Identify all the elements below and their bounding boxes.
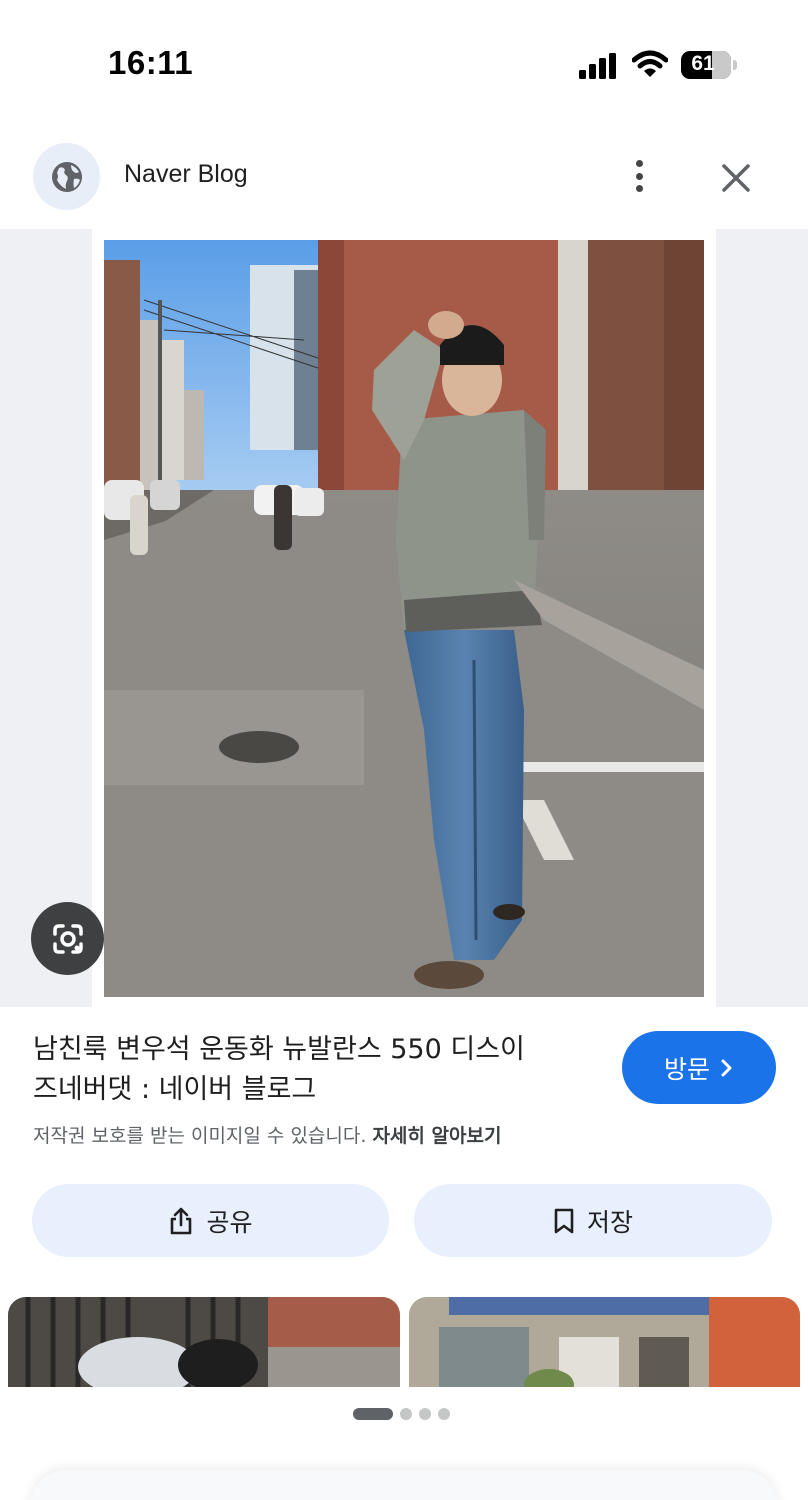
battery-percent: 61 [691,52,715,75]
carousel-dot [400,1408,412,1420]
visit-button[interactable]: 방문 [622,1031,776,1104]
bottom-sheet-edge[interactable] [30,1470,778,1500]
related-images [0,1297,808,1387]
more-options-button[interactable] [622,155,656,197]
share-label: 공유 [206,1207,253,1237]
carousel-dot-active [353,1408,393,1420]
carousel-dot [438,1408,450,1420]
photo-frame [92,229,716,1007]
chevron-right-icon [721,1059,732,1076]
image-viewer-page: 16:11 61 Naver Blog 남친룩 변우석 운동화 뉴발란스 550… [0,0,808,1500]
status-bar: 16:11 61 [0,0,808,120]
status-time: 16:11 [108,44,194,81]
save-label: 저장 [586,1207,633,1237]
lens-search-button[interactable] [31,902,104,975]
close-icon[interactable] [716,158,756,198]
battery-icon: 61 [681,51,737,79]
site-favicon[interactable] [33,143,100,210]
street-photo [104,240,704,997]
visit-label: 방문 [663,1054,710,1084]
image-preview-area [0,229,808,1007]
preview-photo[interactable] [104,240,704,997]
site-name[interactable]: Naver Blog [124,160,248,189]
result-title-line2: 즈네버댓 : 네이버 블로그 [33,1074,317,1105]
globe-icon [51,161,82,192]
related-image-thumbnail[interactable] [8,1297,400,1387]
wifi-icon [632,50,668,77]
result-title[interactable]: 남친룩 변우석 운동화 뉴발란스 550 디스이 즈네버댓 : 네이버 블로그 [33,1030,603,1110]
result-title-line1: 남친룩 변우석 운동화 뉴발란스 550 디스이 [33,1034,525,1065]
source-header: Naver Blog [0,140,808,220]
related-image-thumbnail[interactable] [409,1297,800,1387]
carousel-dot [419,1408,431,1420]
share-button[interactable]: 공유 [32,1184,389,1257]
bookmark-icon [554,1208,574,1233]
learn-more-link[interactable]: 자세히 알아보기 [372,1125,501,1147]
google-lens-icon [52,923,83,954]
copyright-text: 저작권 보호를 받는 이미지일 수 있습니다. [33,1125,367,1147]
share-icon [171,1207,192,1234]
cellular-signal-icon [579,53,616,79]
copyright-notice: 저작권 보호를 받는 이미지일 수 있습니다. 자세히 알아보기 [33,1121,501,1148]
carousel-indicator [353,1407,450,1421]
more-vert-icon [635,160,643,167]
save-button[interactable]: 저장 [414,1184,772,1257]
